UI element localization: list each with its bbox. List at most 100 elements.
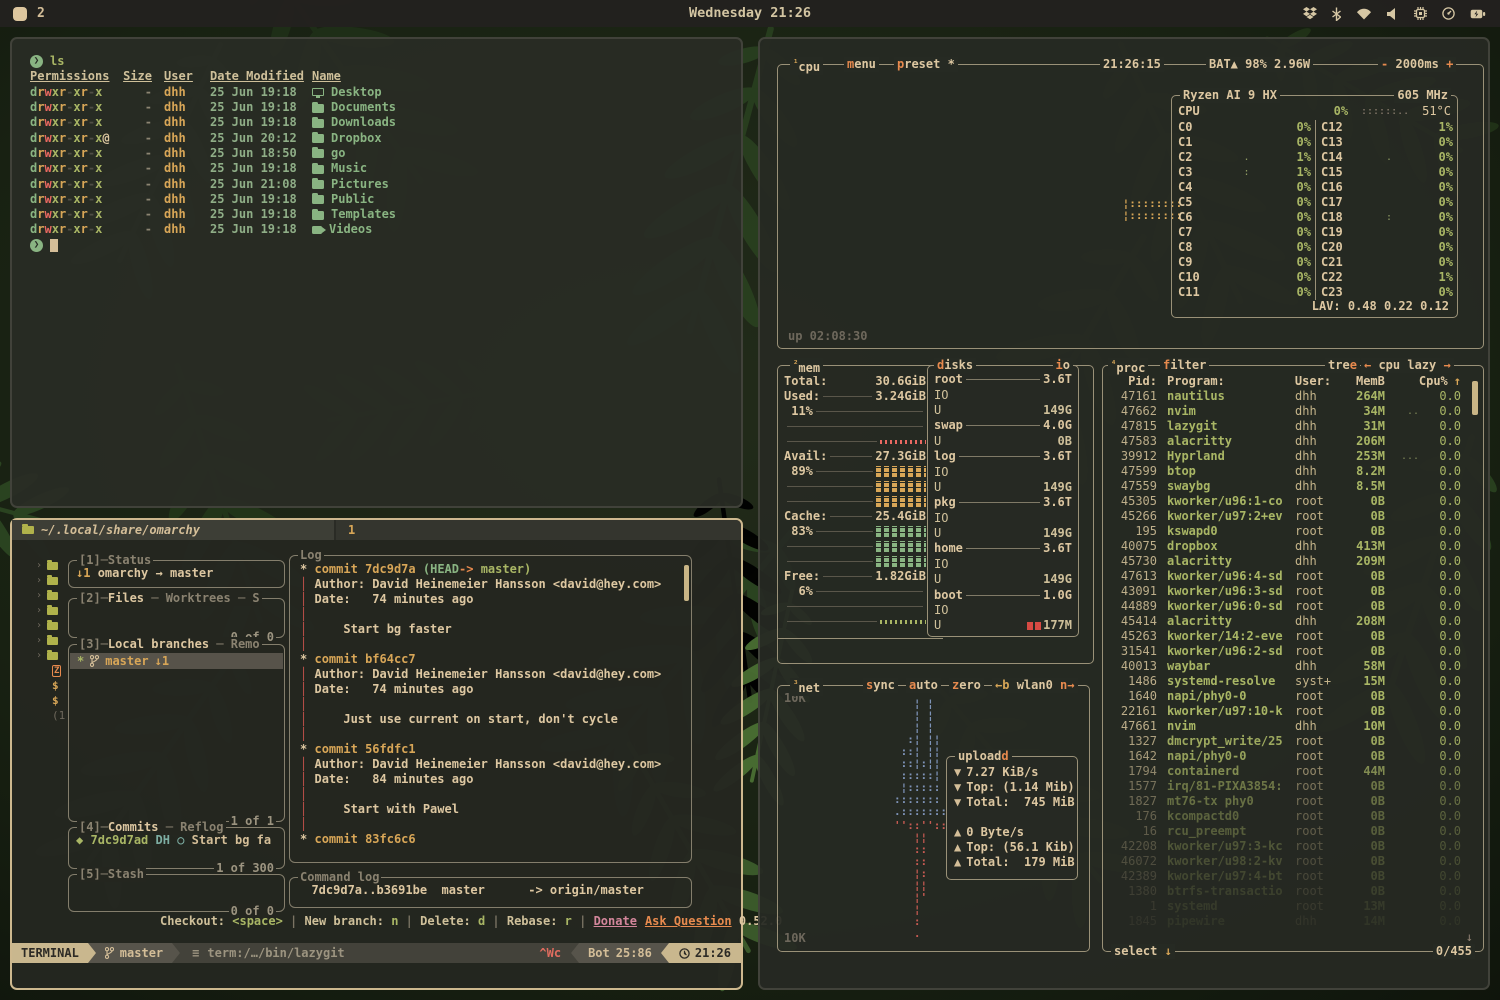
process-row[interactable]: 176 kcompactd0 root 0B 0.0 (1103, 809, 1483, 824)
process-row[interactable]: 47599 btop dhh 8.2M 0.0 (1103, 464, 1483, 479)
file-tree-item[interactable]: › (36, 633, 70, 648)
process-row[interactable]: 1577 irq/81-PIXA3854: root 0B 0.0 (1103, 779, 1483, 794)
process-row[interactable]: 1327 dmcrypt_write/25 root 0B 0.0 (1103, 734, 1483, 749)
dropbox-icon[interactable] (1303, 7, 1317, 20)
process-row[interactable]: 42389 kworker/u97:4-bt root 0B 0.0 (1103, 869, 1483, 884)
selected-branch-row[interactable]: * master ↓1 (70, 653, 283, 669)
workspace-active-icon[interactable] (13, 7, 27, 21)
process-row[interactable]: 1642 napi/phy0-0 root 0B 0.0 (1103, 749, 1483, 764)
panel-command-log[interactable]: Command log 7dc9d7a..b3691be master -> o… (289, 877, 692, 908)
process-row[interactable]: 44889 kworker/u96:0-sd root 0B 0.0 (1103, 599, 1483, 614)
process-row[interactable]: 45305 kworker/u96:1-co root 0B 0.0 (1103, 494, 1483, 509)
winbar-path-segment[interactable]: ~/.local/share/omarchy (12, 520, 334, 540)
keybind-item[interactable]: Rebase: r | (507, 914, 594, 928)
process-row[interactable]: 47815 lazygit dhh 31M 0.0 (1103, 419, 1483, 434)
process-row[interactable]: 1794 containerd root 44M 0.0 (1103, 764, 1483, 779)
process-row[interactable]: 42208 kworker/u97:3-kc root 0B 0.0 (1103, 839, 1483, 854)
cpu-box-title[interactable]: ¹cpu (790, 57, 823, 75)
process-row[interactable]: 39912 Hyprland dhh 253M ... 0.0 (1103, 449, 1483, 464)
prompt-line-cursor[interactable]: ❯ (30, 238, 741, 253)
process-row[interactable]: 47559 swaybg dhh 8.5M 0.0 (1103, 479, 1483, 494)
disks-box-title[interactable]: disks (934, 358, 976, 373)
process-row[interactable]: 45730 alacritty dhh 209M 0.0 (1103, 554, 1483, 569)
process-row[interactable]: 47161 nautilus dhh 264M 0.0 (1103, 389, 1483, 404)
process-row[interactable]: 45266 kworker/u97:2+ev root 0B 0.0 (1103, 509, 1483, 524)
process-row[interactable]: 16 rcu_preempt root 0B 0.0 (1103, 824, 1483, 839)
proc-header-row[interactable]: Pid: Program: User: MemB Cpu% ↑ (1103, 374, 1483, 389)
process-row[interactable]: 1486 systemd-resolve syst+ 15M 0.0 (1103, 674, 1483, 689)
file-tree-item[interactable]: › (36, 648, 70, 663)
refresh-interval[interactable]: - 2000ms + (1378, 57, 1456, 72)
workspace-number[interactable]: 2 (37, 6, 45, 21)
process-row[interactable]: 195 kswapd0 root 0B 0.0 (1103, 524, 1483, 539)
net-interface-selector[interactable]: ←b wlan0 n→ (992, 678, 1078, 693)
process-row[interactable]: 47662 nvim dhh 34M .. 0.0 (1103, 404, 1483, 419)
file-tree-item[interactable]: (1 (36, 708, 70, 723)
chip-icon[interactable] (1414, 7, 1427, 20)
net-box-title[interactable]: ³net (790, 678, 823, 696)
process-row[interactable]: 1845 pipewire dhh 14M 0.0 (1103, 914, 1483, 929)
permissions: drwxr-xr-x (30, 207, 118, 222)
commit-entry[interactable]: * commit 56fdfc1 │ Author: David Heineme… (300, 742, 681, 832)
file-tree-item[interactable]: › (36, 618, 70, 633)
tab-number[interactable]: 1 (336, 523, 367, 538)
proc-select-control[interactable]: select ↓ (1111, 944, 1175, 959)
volume-icon[interactable] (1387, 8, 1399, 20)
proc-box-title[interactable]: ⁴proc (1108, 358, 1148, 376)
file-tree-item[interactable]: › (36, 558, 70, 573)
process-row[interactable]: 45263 kworker/14:2-eve root 0B 0.0 (1103, 629, 1483, 644)
gauge-icon[interactable] (1442, 7, 1455, 20)
process-row[interactable]: 1827 mt76-tx phy0 root 0B 0.0 (1103, 794, 1483, 809)
commit-entry[interactable]: * commit bf64cc7 │ Author: David Heineme… (300, 652, 681, 742)
process-row[interactable]: 22161 kworker/u97:10-k root 0B 0.0 (1103, 704, 1483, 719)
file-tree-item[interactable]: › (36, 573, 70, 588)
battery-icon[interactable] (1470, 8, 1486, 20)
keybind-item[interactable]: New branch: n | (305, 914, 421, 928)
process-row[interactable]: 40013 waybar dhh 58M 0.0 (1103, 659, 1483, 674)
preset-button[interactable]: preset * (894, 57, 958, 72)
proc-tree-toggle[interactable]: tree (1325, 358, 1360, 373)
keybind-item[interactable]: Delete: d | (420, 914, 507, 928)
process-row[interactable]: 43091 kworker/u96:3-sd root 0B 0.0 (1103, 584, 1483, 599)
proc-sort-selector[interactable]: ← cpu lazy → (1361, 358, 1454, 373)
io-toggle[interactable]: io (1053, 358, 1073, 373)
log-scrollbar-thumb[interactable] (684, 565, 689, 601)
panel-stash[interactable]: [5]─Stash 0 of 0 (68, 874, 285, 912)
proc-filter[interactable]: filter (1160, 358, 1209, 373)
panel-branches[interactable]: [3]─Local branches ─ Remo * master ↓1 1 … (68, 644, 285, 822)
panel-log[interactable]: Log * commit 7dc9d7a (HEAD-> master) │ A… (289, 555, 692, 863)
file-tree-item[interactable]: $ (36, 693, 70, 708)
file-tree-item[interactable]: › (36, 588, 70, 603)
process-row[interactable]: 31541 kworker/u96:2-sd root 0B 0.0 (1103, 644, 1483, 659)
process-row[interactable]: 1 systemd root 13M 0.0 (1103, 899, 1483, 914)
wifi-icon[interactable] (1356, 8, 1372, 20)
bluetooth-icon[interactable] (1332, 7, 1341, 21)
commit-entry[interactable]: * commit 7dc9d7a (HEAD-> master) │ Autho… (300, 562, 681, 652)
file-tree-item[interactable]: Z (36, 663, 70, 678)
proc-scrollbar-thumb[interactable] (1472, 381, 1478, 415)
file-tree-item[interactable]: $ (36, 678, 70, 693)
process-row[interactable]: 40075 dropbox dhh 413M 0.0 (1103, 539, 1483, 554)
keybind-item[interactable]: Checkout: <space> | (160, 914, 305, 928)
process-row[interactable]: 1380 btrfs-transactio root 0B 0.0 (1103, 884, 1483, 899)
commit-entry[interactable]: * commit 83fc6c6 (300, 832, 681, 862)
ask-question-link[interactable]: Ask Question (645, 914, 732, 928)
process-row[interactable]: 47583 alacritty dhh 206M 0.0 (1103, 434, 1483, 449)
net-auto-toggle[interactable]: auto (906, 678, 941, 693)
net-zero-toggle[interactable]: zero (949, 678, 984, 693)
net-sync-toggle[interactable]: sync (863, 678, 898, 693)
process-row[interactable]: 45414 alacritty dhh 208M 0.0 (1103, 614, 1483, 629)
process-row[interactable]: 47613 kworker/u96:4-sd root 0B 0.0 (1103, 569, 1483, 584)
file-tree-item[interactable]: › (36, 603, 70, 618)
donate-link[interactable]: Donate (594, 914, 637, 928)
scroll-down-icon[interactable]: ↓ (1466, 930, 1473, 945)
git-branch-segment[interactable]: master (96, 943, 172, 963)
panel-files[interactable]: [2]─Files ─ Worktrees ─ S 0 of 0 (68, 598, 285, 638)
mem-box-title[interactable]: ²mem (790, 358, 823, 376)
process-row[interactable]: 47661 nvim dhh 10M 0.0 (1103, 719, 1483, 734)
process-row[interactable]: 46072 kworker/u98:2-kv root 0B 0.0 (1103, 854, 1483, 869)
panel-status[interactable]: [1]─Status ↓1 omarchy → master (68, 560, 285, 588)
process-row[interactable]: 1640 napi/phy0-0 root 0B 0.0 (1103, 689, 1483, 704)
panel-commits[interactable]: [4]─Commits ─ Reflog ◆ 7dc9d7ad DH ○ Sta… (68, 827, 285, 869)
menu-button[interactable]: menu (844, 57, 879, 72)
